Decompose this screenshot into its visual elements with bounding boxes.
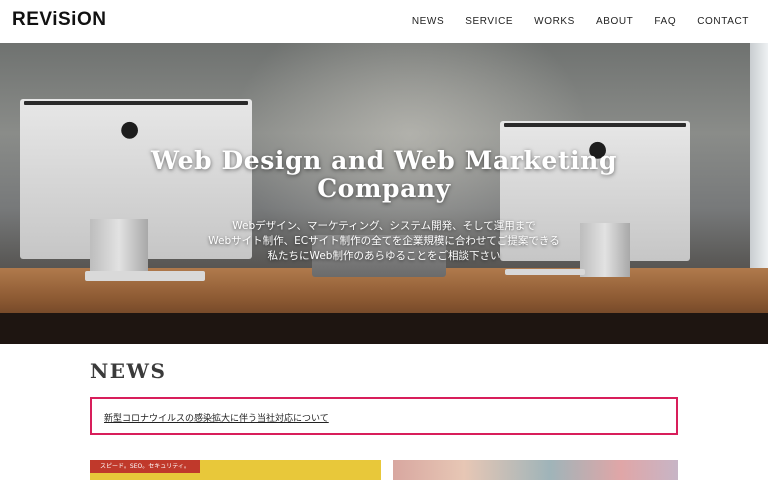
card-label: スピード。SEO。セキュリティ。: [90, 460, 200, 473]
hero-title-line1: Web Design and Web Marketing: [150, 146, 618, 175]
hero-subtitle-line2: Webサイト制作、ECサイト制作の全てを企業規模に合わせてご提案できる: [208, 235, 560, 247]
site-header: REViSiON NEWS SERVICE WORKS ABOUT FAQ CO…: [0, 0, 768, 43]
hero-section: ● ● Web Design and Web Marketing Company…: [0, 43, 768, 344]
news-item-link[interactable]: 新型コロナウイルスの感染拡大に伴う当社対応について: [104, 411, 329, 424]
site-logo[interactable]: REViSiON: [12, 9, 106, 31]
hero-title: Web Design and Web Marketing Company: [0, 147, 768, 203]
nav-works[interactable]: WORKS: [534, 16, 575, 27]
nav-service[interactable]: SERVICE: [465, 16, 513, 27]
monitor-bezel: [24, 101, 248, 105]
keyboard: [505, 269, 585, 275]
news-heading: NEWS: [90, 359, 167, 383]
hero-desk-edge: [0, 313, 768, 344]
nav-about[interactable]: ABOUT: [596, 16, 633, 27]
nav-contact[interactable]: CONTACT: [697, 16, 749, 27]
hero-subtitle-line1: Webデザイン、マーケティング、システム開発、そして運用まで: [232, 220, 536, 232]
left-monitor-base: [85, 271, 205, 281]
service-card-left[interactable]: スピード。SEO。セキュリティ。: [90, 460, 381, 480]
news-item-box: 新型コロナウイルスの感染拡大に伴う当社対応について: [90, 397, 678, 435]
monitor-bezel: [504, 123, 686, 127]
hero-subtitle-line3: 私たちにWeb制作のあらゆることをご相談下さい: [267, 250, 501, 262]
nav-faq[interactable]: FAQ: [654, 16, 676, 27]
apple-logo-icon: ●: [120, 117, 140, 142]
main-nav: NEWS SERVICE WORKS ABOUT FAQ CONTACT: [412, 0, 749, 43]
nav-news[interactable]: NEWS: [412, 16, 444, 27]
hero-title-line2: Company: [317, 174, 451, 203]
service-card-right[interactable]: [393, 460, 678, 480]
hero-subtitle: Webデザイン、マーケティング、システム開発、そして運用まで Webサイト制作、…: [0, 219, 768, 264]
